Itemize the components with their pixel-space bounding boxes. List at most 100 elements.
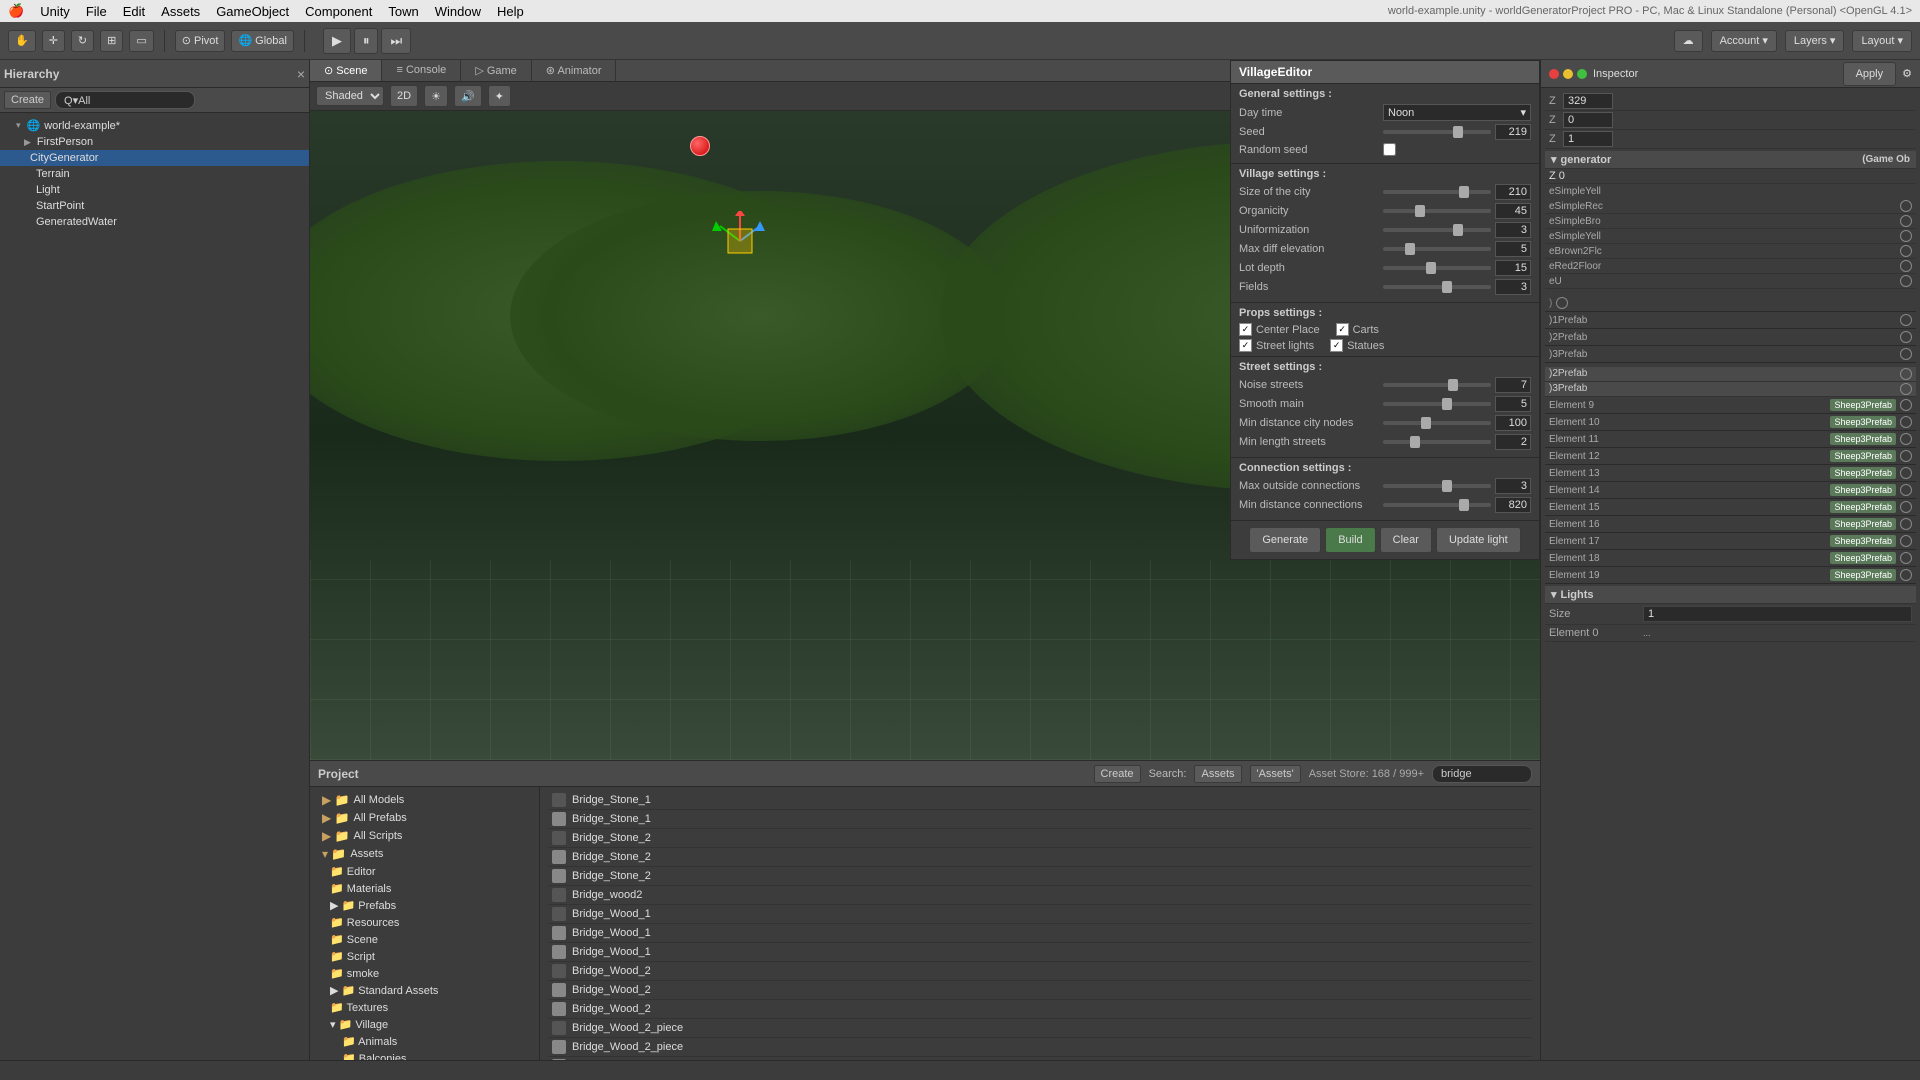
sidebar-village[interactable]: ▾ 📁 Village	[310, 1016, 539, 1033]
file-bridge-wood-2b[interactable]: Bridge_Wood_2	[548, 981, 1532, 1000]
close-dot[interactable]	[1549, 69, 1559, 79]
file-bridge-wood-1a[interactable]: Bridge_Wood_1	[548, 905, 1532, 924]
hand-tool-btn[interactable]: ✋	[8, 30, 36, 52]
move-tool-btn[interactable]: ✛	[42, 30, 65, 52]
tab-scene[interactable]: ⊙ Scene	[310, 60, 382, 81]
eu-circle[interactable]	[1900, 275, 1912, 287]
lot-depth-thumb[interactable]	[1426, 262, 1436, 274]
account-dropdown[interactable]: Account ▾	[1711, 30, 1777, 52]
ebrn-circle[interactable]	[1900, 245, 1912, 257]
eyell2-circle[interactable]	[1900, 230, 1912, 242]
cloud-btn[interactable]: ☁	[1674, 30, 1703, 52]
sidebar-script[interactable]: 📁 Script	[310, 948, 539, 965]
elem-circle-0[interactable]	[1900, 399, 1912, 411]
min-distance-value[interactable]	[1495, 497, 1531, 513]
file-bridge-wood-1b[interactable]: Bridge_Wood_1	[548, 924, 1532, 943]
max-outside-value[interactable]	[1495, 478, 1531, 494]
sidebar-all-scripts[interactable]: ▶ 📁 All Scripts	[310, 827, 539, 845]
fields-value[interactable]	[1495, 279, 1531, 295]
lot-depth-slider[interactable]	[1383, 266, 1491, 270]
play-btn[interactable]: ▶	[323, 28, 351, 54]
lights-section-bar[interactable]: ▾ Lights	[1545, 586, 1916, 604]
tab-console[interactable]: ≡ Console	[382, 60, 461, 81]
hierarchy-create-btn[interactable]: Create	[4, 91, 51, 109]
sidebar-all-prefabs[interactable]: ▶ 📁 All Prefabs	[310, 809, 539, 827]
menu-unity[interactable]: Unity	[40, 4, 70, 19]
prefab3-circle[interactable]	[1900, 348, 1912, 360]
organicity-thumb[interactable]	[1415, 205, 1425, 217]
noise-thumb[interactable]	[1448, 379, 1458, 391]
assets-filter-btn[interactable]: Assets	[1194, 765, 1241, 783]
max-diff-value[interactable]	[1495, 241, 1531, 257]
sidebar-materials[interactable]: 📁 Materials	[310, 880, 539, 897]
prefab-circle-1[interactable]	[1556, 297, 1568, 309]
noise-value[interactable]	[1495, 377, 1531, 393]
scale-tool-btn[interactable]: ⊞	[100, 30, 123, 52]
lights-btn[interactable]: ☀	[424, 85, 448, 107]
sidebar-scene[interactable]: 📁 Scene	[310, 931, 539, 948]
max-diff-thumb[interactable]	[1405, 243, 1415, 255]
rect-tool-btn[interactable]: ▭	[129, 30, 153, 52]
min-length-thumb[interactable]	[1410, 436, 1420, 448]
fields-thumb[interactable]	[1442, 281, 1452, 293]
maximize-dot[interactable]	[1577, 69, 1587, 79]
seed-value[interactable]	[1495, 124, 1531, 140]
z-value-3[interactable]	[1563, 131, 1613, 147]
sidebar-standard-assets[interactable]: ▶ 📁 Standard Assets	[310, 982, 539, 999]
assets-quote-btn[interactable]: 'Assets'	[1250, 765, 1301, 783]
tab-game[interactable]: ▷ Game	[461, 60, 531, 81]
z-value-1[interactable]	[1563, 93, 1613, 109]
file-bridge-stone-2a[interactable]: Bridge_Stone_2	[548, 829, 1532, 848]
shading-select[interactable]: Shaded	[316, 86, 384, 106]
clear-button[interactable]: Clear	[1380, 527, 1432, 553]
lights-size-value[interactable]	[1643, 606, 1912, 622]
sidebar-smoke[interactable]: 📁 smoke	[310, 965, 539, 982]
elem-circle-3[interactable]	[1900, 450, 1912, 462]
carts-cb[interactable]: ✓	[1336, 323, 1349, 336]
fields-slider[interactable]	[1383, 285, 1491, 289]
min-dist-thumb[interactable]	[1421, 417, 1431, 429]
global-btn[interactable]: 🌐 Global	[231, 30, 294, 52]
elem-circle-5[interactable]	[1900, 484, 1912, 496]
z-value-2[interactable]	[1563, 112, 1613, 128]
file-bridge-stone-1a[interactable]: Bridge_Stone_1	[548, 791, 1532, 810]
street-lights-cb[interactable]: ✓	[1239, 339, 1252, 352]
elem-circle-7[interactable]	[1900, 518, 1912, 530]
min-distance-slider[interactable]	[1383, 503, 1491, 507]
random-seed-checkbox[interactable]	[1383, 143, 1396, 156]
sidebar-prefabs[interactable]: ▶ 📁 Prefabs	[310, 897, 539, 914]
elem-circle-2[interactable]	[1900, 433, 1912, 445]
elem-circle-1[interactable]	[1900, 416, 1912, 428]
file-bridge-wood2[interactable]: Bridge_wood2	[548, 886, 1532, 905]
settings-icon[interactable]: ⚙	[1902, 67, 1912, 80]
max-diff-slider[interactable]	[1383, 247, 1491, 251]
seed-slider[interactable]	[1383, 130, 1491, 134]
file-bridge-wood-1c[interactable]: Bridge_Wood_1	[548, 943, 1532, 962]
min-length-value[interactable]	[1495, 434, 1531, 450]
min-dist-slider[interactable]	[1383, 421, 1491, 425]
minimize-dot[interactable]	[1563, 69, 1573, 79]
size-value[interactable]	[1495, 184, 1531, 200]
project-search-input[interactable]	[1432, 765, 1532, 783]
smooth-thumb[interactable]	[1442, 398, 1452, 410]
statues-cb[interactable]: ✓	[1330, 339, 1343, 352]
tab-animator[interactable]: ⊛ Animator	[532, 60, 617, 81]
center-place-cb[interactable]: ✓	[1239, 323, 1252, 336]
apply-button[interactable]: Apply	[1843, 62, 1897, 86]
sidebar-resources[interactable]: 📁 Resources	[310, 914, 539, 931]
menu-component[interactable]: Component	[305, 4, 372, 19]
sidebar-animals[interactable]: 📁 Animals	[310, 1033, 539, 1050]
file-bridge-stone-1b[interactable]: Bridge_Stone_1	[548, 810, 1532, 829]
menu-file[interactable]: File	[86, 4, 107, 19]
organicity-slider[interactable]	[1383, 209, 1491, 213]
hierarchy-item-terrain[interactable]: Terrain	[0, 166, 309, 182]
organicity-value[interactable]	[1495, 203, 1531, 219]
min-length-slider[interactable]	[1383, 440, 1491, 444]
sidebar-editor[interactable]: 📁 Editor	[310, 863, 539, 880]
file-bridge-wood-2c[interactable]: Bridge_Wood_2	[548, 1000, 1532, 1019]
max-outside-slider[interactable]	[1383, 484, 1491, 488]
ebro-circle[interactable]	[1900, 215, 1912, 227]
sidebar-textures[interactable]: 📁 Textures	[310, 999, 539, 1016]
layout-dropdown[interactable]: Layout ▾	[1852, 30, 1912, 52]
audio-btn[interactable]: 🔊	[454, 85, 482, 107]
